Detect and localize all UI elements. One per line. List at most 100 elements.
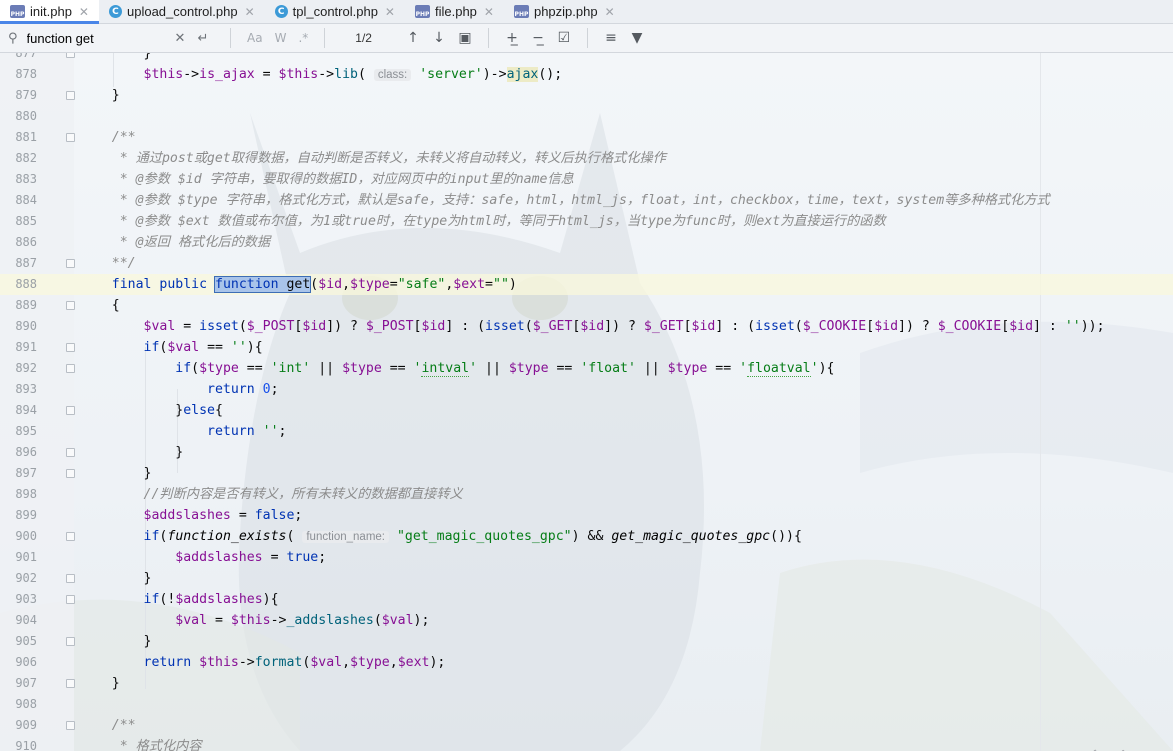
code-text: } bbox=[80, 571, 152, 586]
search-input[interactable] bbox=[24, 29, 169, 47]
fold-marker[interactable] bbox=[66, 91, 75, 100]
multiline-icon[interactable]: ≡ bbox=[598, 30, 624, 46]
code-line: 900 if(function_exists( function_name: "… bbox=[0, 526, 1173, 547]
previous-occurrence-icon[interactable]: ↑ bbox=[400, 30, 426, 46]
close-icon[interactable]: ✕ bbox=[484, 5, 494, 19]
php-file-icon: PHP bbox=[10, 5, 25, 18]
editor-tab-bar: PHP init.php ✕ C upload_control.php ✕ C … bbox=[0, 0, 1173, 24]
line-number: 889 bbox=[15, 298, 37, 312]
line-number: 902 bbox=[15, 571, 37, 585]
divider bbox=[586, 28, 588, 48]
match-case-toggle[interactable]: Aa bbox=[247, 31, 263, 45]
code-line-current: 888 final public function get($id,$type=… bbox=[0, 274, 1173, 295]
tab-file-php[interactable]: PHP file.php ✕ bbox=[405, 0, 504, 23]
code-line: 881 /** bbox=[0, 127, 1173, 148]
tab-upload-control-php[interactable]: C upload_control.php ✕ bbox=[99, 0, 265, 23]
line-number: 910 bbox=[15, 739, 37, 751]
divider bbox=[487, 28, 489, 48]
code-line: 886 * @返回 格式化后的数据 bbox=[0, 232, 1173, 253]
line-number: 884 bbox=[15, 193, 37, 207]
code-line: 887 **/ bbox=[0, 253, 1173, 274]
fold-marker[interactable] bbox=[66, 595, 75, 604]
fold-marker[interactable] bbox=[66, 406, 75, 415]
line-number: 886 bbox=[15, 235, 37, 249]
line-number: 880 bbox=[15, 109, 37, 123]
code-text: * 格式化内容 bbox=[80, 739, 202, 751]
line-number: 899 bbox=[15, 508, 37, 522]
fold-marker[interactable] bbox=[66, 364, 75, 373]
code-text: /** bbox=[80, 130, 136, 145]
words-toggle[interactable]: W bbox=[275, 31, 287, 45]
line-number: 892 bbox=[15, 361, 37, 375]
code-text: final public function get($id,$type="saf… bbox=[111, 276, 517, 293]
new-line-icon[interactable]: ↵ bbox=[197, 31, 208, 46]
line-number: 878 bbox=[15, 67, 37, 81]
fold-marker[interactable] bbox=[66, 532, 75, 541]
line-number: 895 bbox=[15, 424, 37, 438]
match-count: 1/2 bbox=[355, 31, 372, 45]
line-number: 881 bbox=[15, 130, 37, 144]
fold-marker[interactable] bbox=[66, 469, 75, 478]
code-text: { bbox=[80, 298, 120, 313]
close-icon[interactable]: ✕ bbox=[605, 5, 615, 19]
remove-selection-icon[interactable]: −̲ bbox=[525, 30, 551, 46]
next-occurrence-icon[interactable]: ↓ bbox=[426, 30, 452, 46]
php-file-icon: PHP bbox=[513, 5, 529, 18]
code-text: //判断内容是否有转义，所有未转义的数据都直接转义 bbox=[80, 487, 463, 502]
code-line: 904 $val = $this->_addslashes($val); bbox=[0, 610, 1173, 631]
add-selection-icon[interactable]: +̲ bbox=[499, 30, 525, 46]
fold-marker[interactable] bbox=[66, 637, 75, 646]
tab-phpzip-php[interactable]: PHP phpzip.php ✕ bbox=[504, 0, 625, 23]
line-number: 903 bbox=[15, 592, 37, 606]
code-text: } bbox=[80, 53, 152, 61]
tab-init-php[interactable]: PHP init.php ✕ bbox=[0, 0, 99, 24]
code-line: 905 } bbox=[0, 631, 1173, 652]
fold-marker[interactable] bbox=[66, 343, 75, 352]
line-number: 901 bbox=[15, 550, 37, 564]
select-all-occurrences-icon[interactable]: ☑ bbox=[551, 30, 577, 46]
code-text: if(function_exists( function_name: "get_… bbox=[143, 529, 802, 544]
close-icon[interactable]: ✕ bbox=[79, 5, 89, 19]
fold-marker[interactable] bbox=[66, 574, 75, 583]
fold-marker[interactable] bbox=[66, 53, 75, 58]
code-line: 910 * 格式化内容 bbox=[0, 736, 1173, 751]
fold-marker[interactable] bbox=[66, 301, 75, 310]
search-history-icon[interactable]: ⚲ bbox=[8, 31, 18, 46]
line-number: 883 bbox=[15, 172, 37, 186]
close-icon[interactable]: ✕ bbox=[385, 5, 395, 19]
line-number: 879 bbox=[15, 88, 37, 102]
search-box: ⚲ ✕ ↵ bbox=[0, 25, 220, 51]
line-number: 887 bbox=[15, 256, 37, 270]
code-line: 909 /** bbox=[0, 715, 1173, 736]
fold-marker[interactable] bbox=[66, 721, 75, 730]
code-text: $this->is_ajax = $this->lib( class: 'ser… bbox=[143, 67, 563, 82]
code-line: 894 }else{ bbox=[0, 400, 1173, 421]
fold-marker[interactable] bbox=[66, 679, 75, 688]
code-line: 891 if($val == ''){ bbox=[0, 337, 1173, 358]
fold-marker[interactable] bbox=[66, 448, 75, 457]
code-editor[interactable]: 877 } 878 $this->is_ajax = $this->lib( c… bbox=[0, 53, 1173, 751]
parameter-hint: function_name: bbox=[302, 531, 389, 543]
code-text: **/ bbox=[80, 256, 136, 271]
code-text: } bbox=[80, 445, 184, 460]
code-text: if($val == ''){ bbox=[143, 340, 263, 355]
code-line: 880 bbox=[0, 106, 1173, 127]
code-text: } bbox=[80, 634, 152, 649]
code-line: 877 } bbox=[0, 53, 1173, 64]
open-in-window-icon[interactable]: ▣ bbox=[452, 30, 478, 46]
filter-icon[interactable]: ▼ bbox=[624, 30, 650, 46]
line-number: 896 bbox=[15, 445, 37, 459]
regex-toggle[interactable]: .* bbox=[298, 31, 308, 45]
clear-icon[interactable]: ✕ bbox=[175, 31, 186, 46]
fold-marker[interactable] bbox=[66, 133, 75, 142]
code-line: 890 $val = isset($_POST[$id]) ? $_POST[$… bbox=[0, 316, 1173, 337]
close-icon[interactable]: ✕ bbox=[245, 5, 255, 19]
line-number: 888 bbox=[15, 277, 37, 291]
fold-marker[interactable] bbox=[66, 259, 75, 268]
tab-label: init.php bbox=[30, 4, 72, 19]
tab-tpl-control-php[interactable]: C tpl_control.php ✕ bbox=[265, 0, 405, 23]
code-text: return $this->format($val,$type,$ext); bbox=[143, 655, 446, 670]
tab-label: tpl_control.php bbox=[292, 4, 378, 19]
class-file-icon: C bbox=[108, 5, 122, 18]
code-line: 878 $this->is_ajax = $this->lib( class: … bbox=[0, 64, 1173, 85]
